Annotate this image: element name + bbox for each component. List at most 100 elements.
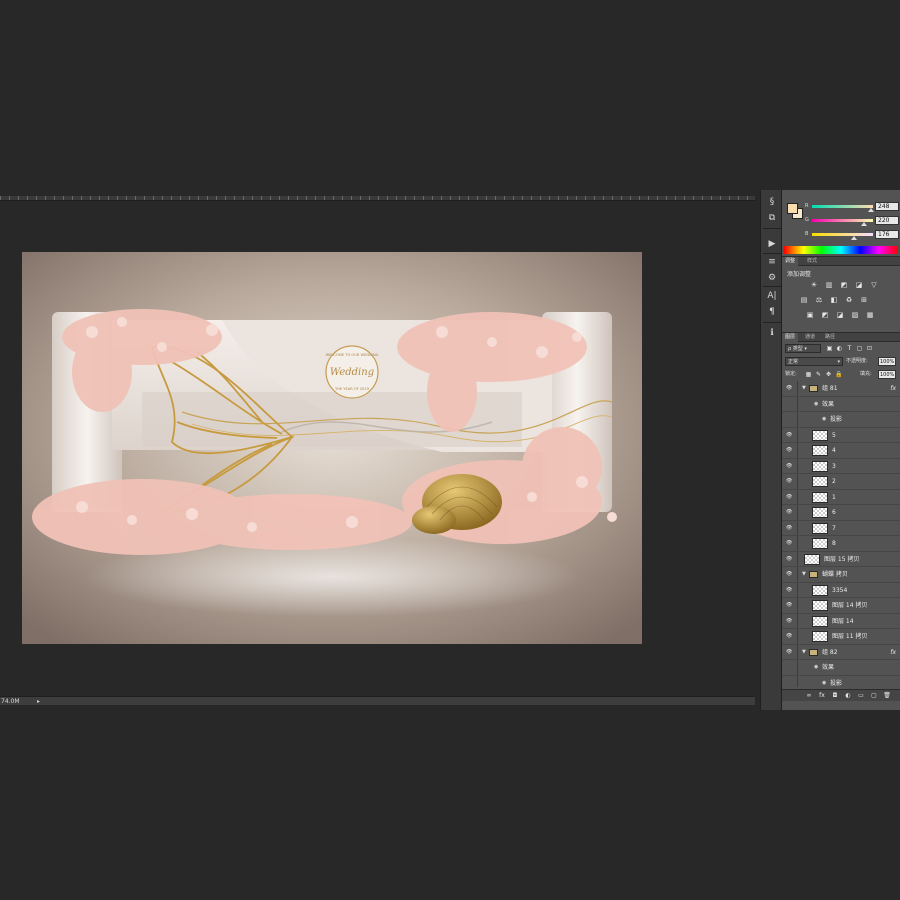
tab-paths[interactable]: 路径 xyxy=(822,333,838,342)
visibility-eye-icon[interactable]: 👁 xyxy=(786,463,794,470)
adjustment-layer-icon[interactable]: ◐ xyxy=(843,691,853,701)
layer-row[interactable]: 👁 4 xyxy=(782,443,900,459)
layer-row[interactable]: 👁 3354 xyxy=(782,582,900,598)
green-channel-value[interactable]: 220 xyxy=(875,216,899,225)
blue-channel-slider[interactable] xyxy=(812,233,873,240)
status-menu-arrow[interactable]: ▸ xyxy=(37,697,40,706)
selective-color-icon[interactable]: ▦ xyxy=(866,311,874,319)
visibility-eye-icon[interactable]: 👁 xyxy=(786,509,794,516)
visibility-eye-icon[interactable]: 👁 xyxy=(786,649,794,656)
group-disclosure-icon[interactable]: ▼ xyxy=(802,645,806,660)
link-icon[interactable]: ∞ xyxy=(804,691,814,701)
history-brush-icon[interactable]: § xyxy=(765,196,779,208)
layer-fx-icon[interactable]: fx xyxy=(890,645,896,660)
visibility-eye-icon[interactable]: 👁 xyxy=(786,556,794,563)
visibility-eye-icon[interactable]: 👁 xyxy=(786,525,794,532)
horizontal-ruler[interactable] xyxy=(0,196,755,201)
effect-visibility-icon[interactable]: ◉ xyxy=(822,412,826,427)
posterize-icon[interactable]: ◩ xyxy=(821,311,829,319)
filter-type-icon[interactable]: T xyxy=(846,345,853,352)
visibility-eye-icon[interactable]: 👁 xyxy=(786,633,794,640)
channel-mixer-icon[interactable]: ⊞ xyxy=(860,296,868,304)
filter-smart-object-icon[interactable]: ⊡ xyxy=(866,345,873,352)
layer-comps-icon[interactable]: ⧉ xyxy=(765,212,779,224)
mask-icon[interactable]: ◘ xyxy=(830,691,840,701)
visibility-eye-icon[interactable]: 👁 xyxy=(786,571,794,578)
brush-presets-icon[interactable]: ≡ xyxy=(765,256,779,268)
layer-filter-kind-select[interactable]: ρ 类型 ▾ xyxy=(785,344,821,353)
filter-adjustment-icon[interactable]: ◐ xyxy=(836,345,843,352)
visibility-eye-icon[interactable]: 👁 xyxy=(786,587,794,594)
layer-row[interactable]: 👁 8 xyxy=(782,536,900,552)
visibility-eye-icon[interactable]: 👁 xyxy=(786,494,794,501)
tab-adjustments[interactable]: 调整 xyxy=(782,257,799,266)
lock-all-icon[interactable]: 🔒 xyxy=(835,371,842,378)
group-disclosure-icon[interactable]: ▼ xyxy=(802,381,806,396)
layer-row[interactable]: 👁 1 xyxy=(782,489,900,505)
effect-visibility-icon[interactable]: ◉ xyxy=(822,676,826,688)
lock-pixels-icon[interactable]: ✎ xyxy=(815,371,822,378)
blend-mode-select[interactable]: 正常 ▾ xyxy=(785,357,843,366)
vibrance-icon[interactable]: ▽ xyxy=(870,281,878,289)
tab-channels[interactable]: 通道 xyxy=(802,333,818,342)
green-channel-slider[interactable] xyxy=(812,219,873,226)
layer-row[interactable]: 👁 图层 14 xyxy=(782,613,900,629)
gradient-map-icon[interactable]: ▨ xyxy=(851,311,859,319)
layer-fx-icon[interactable]: fx xyxy=(890,381,896,396)
slider-thumb[interactable] xyxy=(861,222,868,226)
visibility-eye-icon[interactable]: 👁 xyxy=(786,432,794,439)
character-icon[interactable]: A| xyxy=(765,290,779,302)
lock-transparent-icon[interactable]: ▦ xyxy=(805,371,812,378)
layer-row[interactable]: 👁 2 xyxy=(782,474,900,490)
layer-effect-row[interactable]: ◉ 效果 xyxy=(782,396,900,412)
visibility-eye-icon[interactable]: 👁 xyxy=(786,447,794,454)
layer-group-row[interactable]: 👁 ▼ 组 81 fx xyxy=(782,381,900,397)
color-balance-icon[interactable]: ⚖ xyxy=(815,296,823,304)
layer-row[interactable]: 👁 图层 11 拷贝 xyxy=(782,629,900,645)
tab-styles[interactable]: 样式 xyxy=(804,257,820,266)
layer-group-row[interactable]: 👁 ▼ 蝴蝶 拷贝 xyxy=(782,567,900,583)
layer-effect-row[interactable]: ◉ 投影 xyxy=(782,412,900,428)
curves-icon[interactable]: ◩ xyxy=(840,281,848,289)
fx-icon[interactable]: fx xyxy=(817,691,827,701)
group-disclosure-icon[interactable]: ▼ xyxy=(802,567,806,582)
red-channel-value[interactable]: 248 xyxy=(875,202,899,211)
layer-effect-row[interactable]: ◉ 投影 xyxy=(782,675,900,688)
info-icon[interactable]: ℹ xyxy=(765,327,779,339)
fill-field[interactable]: 100% xyxy=(878,370,896,379)
tab-layers[interactable]: 图层 xyxy=(782,333,799,342)
opacity-field[interactable]: 100% xyxy=(878,357,896,366)
paragraph-icon[interactable]: ¶ xyxy=(765,306,779,318)
new-group-icon[interactable]: ▭ xyxy=(856,691,866,701)
layer-row[interactable]: 👁 图层 15 拷贝 xyxy=(782,551,900,567)
trash-icon[interactable]: 🗑 xyxy=(882,691,892,701)
play-action-icon[interactable]: ▶ xyxy=(765,238,779,250)
layer-row[interactable]: 👁 5 xyxy=(782,427,900,443)
effect-visibility-icon[interactable]: ◉ xyxy=(814,397,818,412)
photo-filter-icon[interactable]: ♻ xyxy=(845,296,853,304)
color-spectrum-ramp[interactable] xyxy=(784,246,898,254)
document-artwork[interactable]: WELCOME TO OUR WEDDING Wedding THE YEAR … xyxy=(22,252,642,644)
new-layer-icon[interactable]: ▢ xyxy=(869,691,879,701)
layer-row[interactable]: 👁 图层 14 拷贝 xyxy=(782,598,900,614)
visibility-eye-icon[interactable]: 👁 xyxy=(786,618,794,625)
exposure-icon[interactable]: ◪ xyxy=(855,281,863,289)
invert-icon[interactable]: ▣ xyxy=(806,311,814,319)
black-white-icon[interactable]: ◧ xyxy=(830,296,838,304)
threshold-icon[interactable]: ◪ xyxy=(836,311,844,319)
filter-pixel-icon[interactable]: ▣ xyxy=(826,345,833,352)
hue-saturation-icon[interactable]: ▤ xyxy=(800,296,808,304)
visibility-eye-icon[interactable]: 👁 xyxy=(786,385,794,392)
blue-channel-value[interactable]: 176 xyxy=(875,230,899,239)
layer-row[interactable]: 👁 6 xyxy=(782,505,900,521)
levels-icon[interactable]: ▥ xyxy=(825,281,833,289)
lock-position-icon[interactable]: ✥ xyxy=(825,371,832,378)
layer-group-row[interactable]: 👁 ▼ 组 82 fx xyxy=(782,644,900,660)
layer-row[interactable]: 👁 3 xyxy=(782,458,900,474)
foreground-color-swatch[interactable] xyxy=(787,203,798,214)
effect-visibility-icon[interactable]: ◉ xyxy=(814,660,818,675)
visibility-eye-icon[interactable]: 👁 xyxy=(786,478,794,485)
red-channel-slider[interactable] xyxy=(812,205,875,212)
slider-thumb[interactable] xyxy=(851,236,858,240)
layer-row[interactable]: 👁 7 xyxy=(782,520,900,536)
